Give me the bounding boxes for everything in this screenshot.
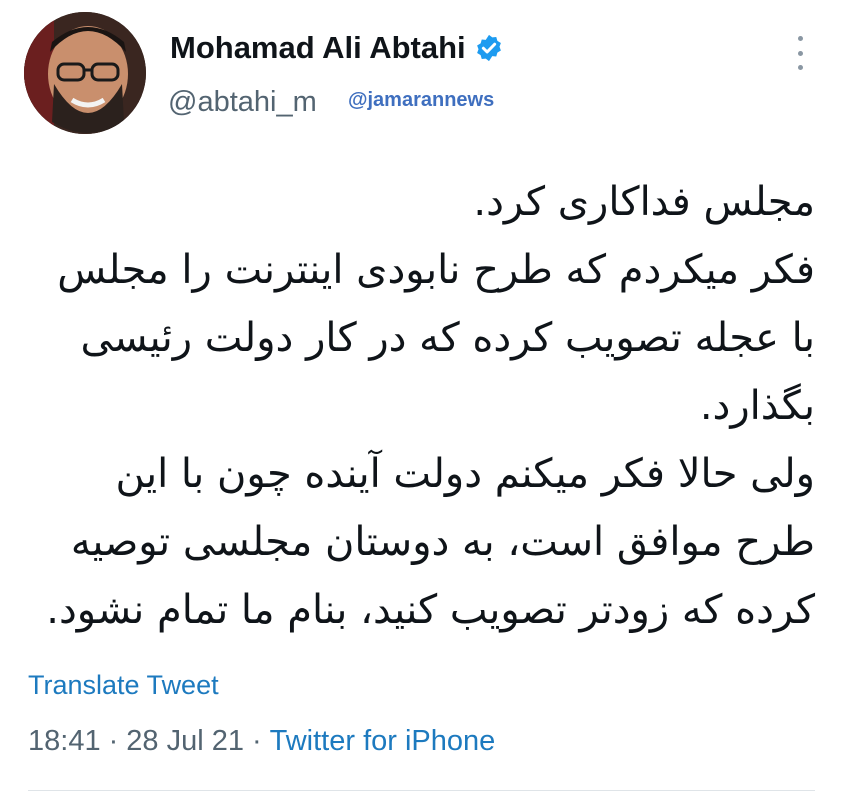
tweet-line: فکر میکردم که طرح نابودی اینترنت را مجلس: [57, 247, 815, 293]
tweet-line: کرده که زودتر تصویب کنید، بنام ما تمام ن…: [46, 587, 815, 633]
tweet-line: با عجله تصویب کرده که در کار دولت رئیسی: [80, 315, 816, 361]
tweet-line: بگذارد.: [699, 383, 815, 429]
divider: [28, 790, 815, 791]
tweet-meta: 18:41 · 28 Jul 21 · Twitter for iPhone: [28, 725, 495, 758]
translate-tweet-link[interactable]: Translate Tweet: [28, 670, 219, 701]
tweet-line: مجلس فداکاری کرد.: [473, 179, 815, 225]
tweet-card: Mohamad Ali Abtahi @abtahi_m @jamarannew…: [0, 0, 843, 800]
avatar[interactable]: [24, 12, 146, 134]
tweet-source-link[interactable]: Twitter for iPhone: [270, 725, 496, 757]
tweet-time[interactable]: 18:41: [28, 725, 101, 757]
verified-badge-icon: [476, 34, 501, 62]
tweet-line: طرح موافق است، به دوستان مجلسی توصیه: [70, 519, 815, 565]
more-options-icon[interactable]: [788, 36, 812, 70]
display-name[interactable]: Mohamad Ali Abtahi: [170, 30, 504, 66]
tweet-date[interactable]: 28 Jul 21: [126, 725, 244, 757]
meta-separator: ·: [108, 725, 119, 757]
tweet-line: ولی حالا فکر میکنم دولت آینده چون با این: [115, 451, 816, 497]
user-handle[interactable]: @abtahi_m: [168, 86, 317, 119]
avatar-portrait-icon: [24, 12, 146, 134]
meta-separator: ·: [251, 725, 262, 757]
display-name-text: Mohamad Ali Abtahi: [170, 30, 466, 65]
tweet-text: مجلس فداکاری کرد. فکر میکردم که طرح نابو…: [35, 168, 815, 644]
watermark-mention: @jamarannews: [348, 89, 495, 111]
